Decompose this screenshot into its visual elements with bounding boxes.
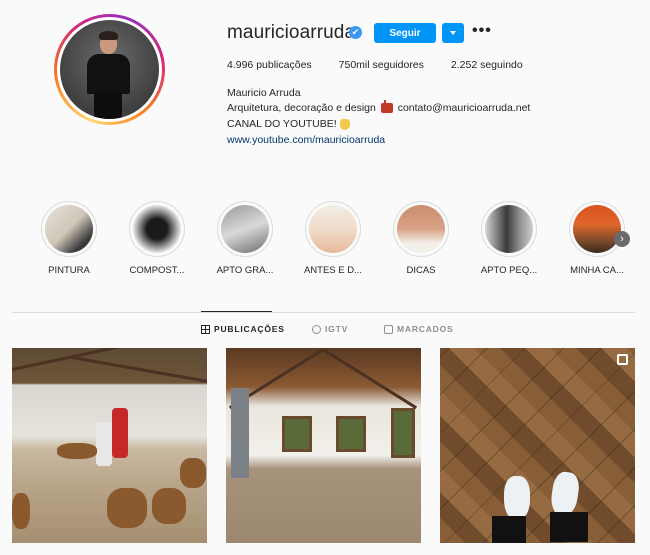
highlight-cover — [41, 201, 97, 257]
highlight-label: PINTURA — [48, 265, 90, 276]
avatar-hair — [99, 31, 118, 40]
posts-label: publicações — [256, 59, 312, 71]
verified-badge-icon: ✔ — [349, 26, 362, 39]
tab-label: IGTV — [325, 324, 349, 334]
roof-beam — [322, 348, 418, 410]
igtv-icon — [312, 324, 321, 334]
profile-bio-line-2: CANAL DO YOUTUBE! — [227, 118, 350, 130]
stat-posts: 4.996 publicações — [227, 59, 312, 71]
highlight-cover — [481, 201, 537, 257]
highlight-thumbnail — [221, 205, 269, 253]
more-options-icon[interactable]: ••• — [472, 23, 492, 39]
highlight-apto-pequeno[interactable]: APTO PEQ... — [479, 201, 539, 276]
highlight-label: APTO PEQ... — [480, 265, 538, 276]
bio-youtube-text: CANAL DO YOUTUBE! — [227, 118, 337, 130]
followers-label: seguidores — [372, 59, 424, 71]
highlight-thumbnail — [485, 205, 533, 253]
highlights-next-chevron-icon[interactable]: › — [614, 231, 630, 247]
highlight-label: APTO GRA... — [216, 265, 274, 276]
mailbox-emoji-icon — [380, 100, 393, 114]
avatar-border — [57, 17, 162, 122]
highlight-label: MINHA CA... — [570, 265, 624, 276]
following-label: seguindo — [480, 59, 523, 71]
post-thumbnail-3[interactable] — [440, 348, 635, 543]
bio-email: contato@mauricioarruda.net — [397, 102, 531, 114]
person-figure — [112, 408, 128, 458]
sneaker-left — [504, 476, 530, 520]
person-figure — [96, 422, 112, 466]
roof-beam — [71, 356, 207, 384]
window — [336, 416, 366, 452]
highlight-thumbnail — [573, 205, 621, 253]
profile-stats: 4.996 publicações 750mil seguidores 2.25… — [227, 59, 550, 71]
floor-seams — [440, 348, 635, 543]
highlight-cover — [129, 201, 185, 257]
followers-count: 750mil — [338, 59, 370, 71]
tabs-divider — [12, 312, 635, 313]
tab-igtv[interactable]: IGTV — [312, 324, 348, 334]
stat-followers[interactable]: 750mil seguidores — [339, 59, 424, 71]
highlight-thumbnail — [45, 205, 93, 253]
wood-stool — [180, 458, 206, 488]
highlight-compost[interactable]: COMPOST... — [127, 201, 187, 276]
profile-username: mauricioarruda — [227, 22, 356, 43]
wood-stool — [107, 488, 147, 528]
pointing-down-emoji-icon — [339, 118, 350, 130]
highlight-dicas[interactable]: DICAS — [391, 201, 451, 276]
tab-publicacoes[interactable]: PUBLICAÇÕES — [201, 324, 285, 334]
profile-avatar-ring[interactable] — [54, 14, 165, 125]
tab-marcados[interactable]: MARCADOS — [384, 324, 453, 334]
active-tab-indicator — [201, 311, 272, 312]
tagged-icon — [384, 324, 393, 334]
wood-stool — [152, 488, 186, 524]
profile-website-link[interactable]: www.youtube.com/mauricioarruda — [227, 134, 385, 146]
window — [282, 416, 312, 452]
stat-following[interactable]: 2.252 seguindo — [451, 59, 523, 71]
pants-right — [550, 512, 588, 542]
tab-label: MARCADOS — [397, 324, 454, 334]
highlight-thumbnail — [397, 205, 445, 253]
highlight-pintura[interactable]: PINTURA — [39, 201, 99, 276]
post-thumbnail-2[interactable] — [226, 348, 421, 543]
highlight-apto-grande[interactable]: APTO GRA... — [215, 201, 275, 276]
profile-full-name: Mauricio Arruda — [227, 87, 301, 99]
cabinet — [231, 388, 249, 478]
avatar-legs — [94, 92, 122, 119]
profile-bio-line-1: Arquitetura, decoração e design contato@… — [227, 100, 531, 114]
pants-left — [492, 516, 526, 543]
avatar — [60, 20, 159, 119]
roof-beam — [12, 348, 130, 371]
highlight-cover — [569, 201, 625, 257]
post-thumbnail-1[interactable] — [12, 348, 207, 543]
grid-icon — [201, 324, 210, 334]
follow-button[interactable]: Seguir — [374, 23, 436, 43]
carousel-multiple-icon — [617, 354, 628, 365]
highlight-cover — [305, 201, 361, 257]
highlight-cover — [393, 201, 449, 257]
highlight-label: ANTES E D... — [303, 265, 363, 276]
highlight-antes-e-depois[interactable]: ANTES E D... — [303, 201, 363, 276]
wood-bench — [57, 443, 97, 459]
highlight-cover — [217, 201, 273, 257]
following-count: 2.252 — [450, 59, 478, 71]
bio-text: Arquitetura, decoração e design — [227, 102, 376, 114]
highlight-thumbnail — [133, 205, 181, 253]
avatar-body — [87, 54, 130, 94]
highlight-thumbnail — [309, 205, 357, 253]
highlight-label: COMPOST... — [129, 265, 185, 276]
wood-stool — [12, 493, 30, 529]
posts-count: 4.996 — [227, 59, 254, 71]
suggestions-dropdown-button[interactable] — [442, 23, 464, 43]
tab-label: PUBLICAÇÕES — [214, 324, 285, 334]
highlight-label: DICAS — [406, 265, 436, 276]
window — [391, 408, 415, 458]
